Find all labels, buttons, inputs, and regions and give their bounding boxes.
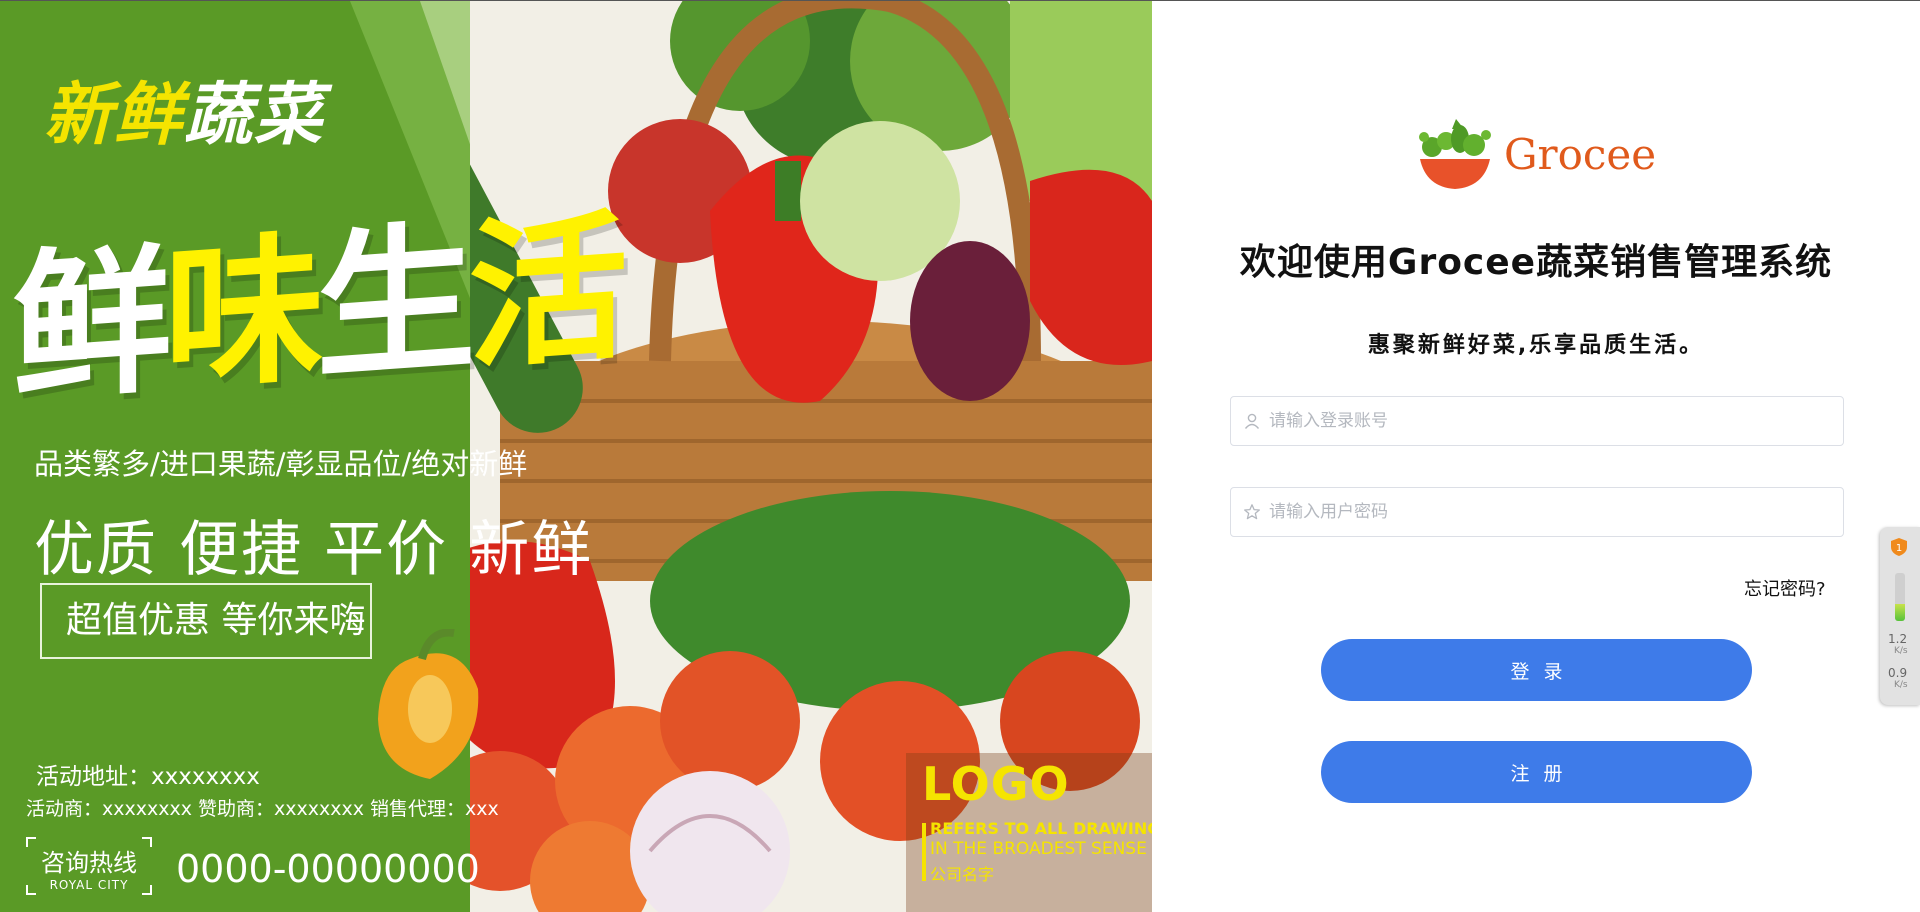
account-input[interactable] — [1269, 397, 1829, 445]
hotline-box: 咨询热线 ROYAL CITY — [26, 837, 152, 895]
shield-icon: 1 — [1891, 538, 1907, 556]
hotline-number: 0000-00000000 — [176, 847, 480, 891]
headline-big-char-1: 鲜 — [12, 225, 165, 424]
logo-tagline-2: IN THE BROADEST SENSE — [930, 839, 1147, 859]
promo-box: 超值优惠 等你来嗨 — [40, 583, 372, 659]
headline-big-char-3: 生 — [316, 204, 469, 402]
banner-logo-text: LOGO — [922, 757, 1070, 811]
forgot-password-link[interactable]: 忘记密码? — [1744, 575, 1826, 601]
page-title: 欢迎使用Grocee蔬菜销售管理系统 — [1239, 242, 1833, 283]
event-address: 活动地址：xxxxxxxx — [36, 764, 260, 790]
login-button[interactable]: 登录 — [1321, 639, 1752, 701]
upload-speed: 1.2 K/s — [1888, 633, 1918, 657]
register-button[interactable]: 注册 — [1321, 741, 1752, 803]
logo-divider — [922, 823, 926, 881]
hotline-subtitle: ROYAL CITY — [49, 878, 129, 892]
headline-fresh-vegetables: 新鲜蔬菜 — [44, 59, 324, 158]
promo-banner: 新鲜蔬菜 鲜味生活 品类繁多/进口果蔬/彰显品位/绝对新鲜 优质 便捷 平价 新… — [0, 1, 1152, 912]
page-subtitle: 惠聚新鲜好菜,乐享品质生活。 — [1367, 333, 1705, 358]
slogan-categories: 品类繁多/进口果蔬/彰显品位/绝对新鲜 — [34, 447, 528, 481]
password-field[interactable] — [1230, 487, 1844, 537]
user-icon — [1244, 413, 1260, 429]
account-field[interactable] — [1230, 396, 1844, 446]
upload-speed-unit: K/s — [1894, 646, 1908, 656]
memory-level-fill — [1895, 604, 1905, 621]
shield-badge: 1 — [1896, 543, 1902, 554]
slogan-quality: 优质 便捷 平价 新鲜 — [34, 515, 594, 585]
headline-small-part-1: 新鲜 — [44, 75, 185, 155]
upload-speed-value: 1.2 — [1888, 632, 1908, 646]
memory-level-bar — [1895, 573, 1905, 621]
banner-logo-block: LOGO REFERS TO ALL DRAWINGS IN THE BROAD… — [906, 753, 1152, 912]
hotline-label: 咨询热线 — [41, 849, 137, 877]
yellow-pepper-image — [378, 629, 479, 779]
brand-name: Grocee — [1504, 129, 1657, 179]
star-icon — [1244, 504, 1260, 520]
headline-big-char-2: 味 — [164, 215, 317, 413]
logo-tagline-1: REFERS TO ALL DRAWINGS — [930, 819, 1152, 838]
headline-fresh-life: 鲜味生活 — [12, 158, 620, 433]
headline-big-char-4: 活 — [468, 193, 621, 392]
headline-small-part-2: 蔬菜 — [184, 75, 325, 155]
brand-logo: Grocee — [1412, 111, 1656, 197]
network-speed-widget[interactable]: 1 1.2 K/s 0.9 K/s — [1880, 527, 1920, 705]
login-panel: Grocee 欢迎使用Grocee蔬菜销售管理系统 惠聚新鲜好菜,乐享品质生活。… — [1152, 1, 1920, 912]
download-speed-value: 0.9 — [1888, 666, 1908, 680]
password-input[interactable] — [1269, 488, 1829, 536]
event-sponsors: 活动商：xxxxxxxx 赞助商：xxxxxxxx 销售代理：xxx — [26, 798, 499, 820]
download-speed: 0.9 K/s — [1888, 667, 1918, 691]
login-page: 新鲜蔬菜 鲜味生活 品类繁多/进口果蔬/彰显品位/绝对新鲜 优质 便捷 平价 新… — [0, 0, 1920, 912]
download-speed-unit: K/s — [1894, 680, 1908, 690]
vegetable-bowl-icon — [1419, 119, 1491, 189]
logo-company-name: 公司名字 — [930, 865, 995, 884]
